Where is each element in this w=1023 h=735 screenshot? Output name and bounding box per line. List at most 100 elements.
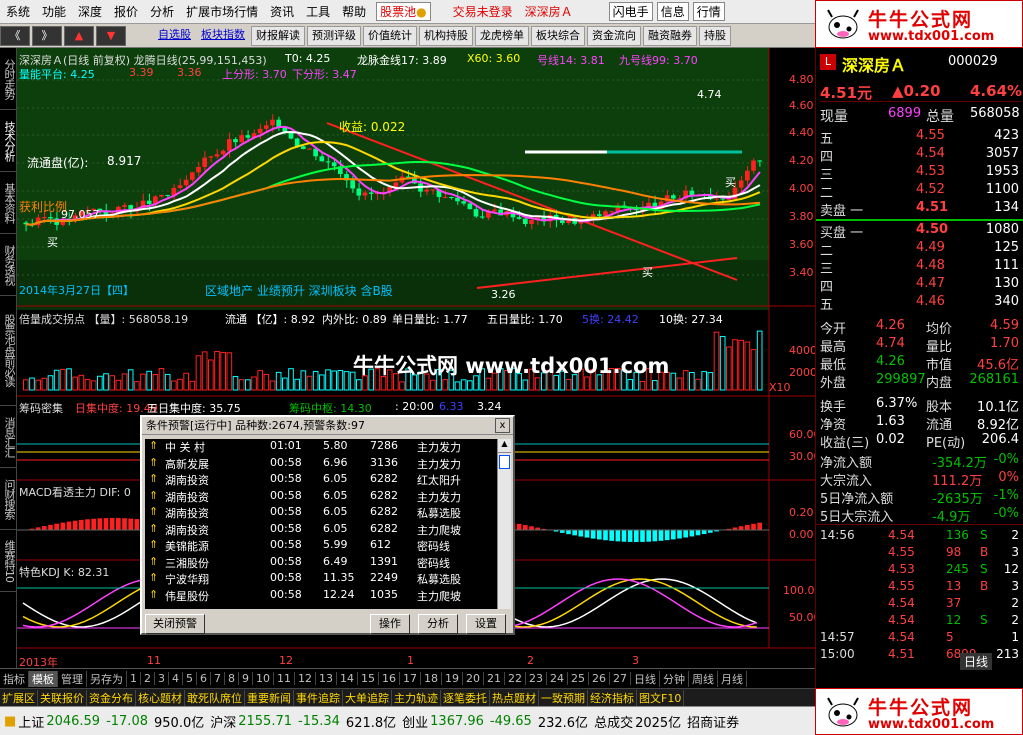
sell-level[interactable]: 四 4.54 3057: [820, 146, 1021, 165]
financial-report-button[interactable]: 财报解读: [251, 25, 305, 46]
sell-level[interactable]: 卖盘 一 4.51 134: [820, 200, 1021, 219]
hs-label[interactable]: 沪深: [210, 712, 236, 731]
bottom-tab[interactable]: 模板: [29, 670, 58, 687]
bottom-tab[interactable]: 18: [421, 672, 442, 685]
bottom-tab[interactable]: 指标: [0, 670, 29, 687]
next-page-button[interactable]: 》: [32, 25, 62, 46]
quick-tab[interactable]: 一致预期: [539, 689, 588, 706]
quick-tab[interactable]: 核心题材: [136, 689, 185, 706]
bottom-tab[interactable]: 26: [589, 672, 610, 685]
tab-technical[interactable]: 技术分析: [0, 110, 17, 172]
scroll-up-icon[interactable]: ▲: [498, 439, 511, 453]
menu-tools[interactable]: 工具: [300, 3, 336, 20]
alert-row[interactable]: ⇑ 三湘股份 00:58 6.49 1391 密码线: [145, 555, 497, 572]
holdings-button[interactable]: 持股: [699, 25, 731, 46]
bottom-tab[interactable]: 另存为: [87, 670, 127, 687]
buy-level[interactable]: 二 4.49 125: [820, 240, 1021, 259]
bottom-tab[interactable]: 7: [211, 672, 225, 685]
alert-row[interactable]: ⇑ 美锦能源 00:58 5.99 612 密码线: [145, 538, 497, 555]
bottom-tab[interactable]: 15: [358, 672, 379, 685]
bottom-tab[interactable]: 2: [141, 672, 155, 685]
bottom-tab[interactable]: 20: [463, 672, 484, 685]
tab-news[interactable]: 消息汇汇: [0, 406, 17, 468]
sell-level[interactable]: 二 4.52 1100: [820, 182, 1021, 201]
bottom-tab[interactable]: 月线: [718, 670, 747, 687]
cy-label[interactable]: 创业: [402, 712, 428, 731]
menu-analysis[interactable]: 分析: [144, 3, 180, 20]
alert-scrollbar[interactable]: ▲: [497, 439, 511, 609]
bottom-tab[interactable]: 25: [568, 672, 589, 685]
up-button[interactable]: ▲: [64, 25, 94, 46]
bottom-tab[interactable]: 10: [253, 672, 274, 685]
stock-pool-button[interactable]: 股票池●: [376, 2, 431, 21]
value-stats-button[interactable]: 价值统计: [363, 25, 417, 46]
broker-name[interactable]: 招商证券: [687, 712, 739, 731]
quick-tab[interactable]: 敢死队席位: [185, 689, 245, 706]
tab-stock-pool[interactable]: 股票池·盘前必读: [0, 296, 17, 406]
bottom-tab[interactable]: 9: [239, 672, 253, 685]
alert-row[interactable]: ⇑ 湖南投资 00:58 6.05 6282 主力爬坡: [145, 522, 497, 539]
tab-wencai[interactable]: 问财搜索: [0, 468, 17, 530]
settings-button[interactable]: 设置: [466, 614, 506, 634]
menu-ext-market[interactable]: 扩展市场行情: [180, 3, 264, 20]
tab-intraday[interactable]: 分时走势: [0, 48, 17, 110]
sector-index-link[interactable]: 板块指数: [197, 25, 249, 46]
menu-depth[interactable]: 深度: [72, 3, 108, 20]
down-button[interactable]: ▼: [96, 25, 126, 46]
trade-status[interactable]: 交易未登录: [447, 3, 519, 20]
bottom-tab[interactable]: 22: [505, 672, 526, 685]
period-label[interactable]: 日线: [960, 653, 993, 670]
sh-label[interactable]: 上证: [18, 712, 44, 731]
menu-function[interactable]: 功能: [36, 3, 72, 20]
lightning-hand-button[interactable]: 闪电手: [608, 2, 653, 21]
quick-tab[interactable]: 关联报价: [38, 689, 87, 706]
bottom-tab[interactable]: 1: [127, 672, 141, 685]
buy-level[interactable]: 三 4.48 111: [820, 258, 1021, 277]
institution-holding-button[interactable]: 机构持股: [419, 25, 473, 46]
info-button[interactable]: 信息: [656, 2, 689, 21]
quick-tab[interactable]: 大单追踪: [343, 689, 392, 706]
bottom-tab[interactable]: 8: [225, 672, 239, 685]
bottom-tab[interactable]: 13: [316, 672, 337, 685]
quick-tab[interactable]: 扩展区: [0, 689, 38, 706]
bottom-tab[interactable]: 分钟: [660, 670, 689, 687]
quick-tab[interactable]: 经济指标: [588, 689, 637, 706]
quick-tab[interactable]: 逐笔委托: [441, 689, 490, 706]
alert-row[interactable]: ⇑ 宁波华翔 00:58 11.35 2249 私募选股: [145, 571, 497, 588]
menu-quote[interactable]: 报价: [108, 3, 144, 20]
quick-tab[interactable]: 主力轨迹: [392, 689, 441, 706]
bottom-tab[interactable]: 3: [155, 672, 169, 685]
bottom-tab[interactable]: 16: [379, 672, 400, 685]
alert-list[interactable]: ⇑ 中 关 村 01:01 5.80 7286 主力发力 ⇑ 高新发展 00:58 6.96 313…: [145, 439, 497, 609]
buy-level[interactable]: 五 4.46 340: [820, 294, 1021, 313]
menu-help[interactable]: 帮助: [336, 3, 372, 20]
dragon-tiger-button[interactable]: 龙虎榜单: [475, 25, 529, 46]
tab-fundamentals[interactable]: 基本资料: [0, 172, 17, 234]
quick-tab[interactable]: 资金分布: [87, 689, 136, 706]
prev-page-button[interactable]: 《: [0, 25, 30, 46]
quick-tab[interactable]: 重要新闻: [245, 689, 294, 706]
bottom-tab[interactable]: 5: [183, 672, 197, 685]
bottom-tab[interactable]: 27: [610, 672, 631, 685]
scroll-thumb[interactable]: [499, 455, 510, 469]
menu-info[interactable]: 资讯: [264, 3, 300, 20]
sell-level[interactable]: 三 4.53 1953: [820, 164, 1021, 183]
alert-row[interactable]: ⇑ 湖南投资 00:58 6.05 6282 主力发力: [145, 489, 497, 506]
bottom-tab[interactable]: 19: [442, 672, 463, 685]
operate-button[interactable]: 操作: [370, 614, 410, 634]
bottom-tab[interactable]: 周线: [689, 670, 718, 687]
margin-trading-button[interactable]: 融资融券: [643, 25, 697, 46]
bottom-tab[interactable]: 23: [526, 672, 547, 685]
bottom-tab[interactable]: 日线: [631, 670, 660, 687]
quick-tab[interactable]: 热点题材: [490, 689, 539, 706]
bottom-tab[interactable]: 6: [197, 672, 211, 685]
bottom-tab[interactable]: 12: [295, 672, 316, 685]
quick-tab[interactable]: 图文F10: [637, 689, 685, 706]
alert-row[interactable]: ⇑ 中 关 村 01:01 5.80 7286 主力发力: [145, 439, 497, 456]
tab-financials[interactable]: 财务透视: [0, 234, 17, 296]
bottom-tab[interactable]: 14: [337, 672, 358, 685]
bottom-tab[interactable]: 管理: [58, 670, 87, 687]
alert-row[interactable]: ⇑ 伟星股份 00:58 12.24 1035 主力爬坡: [145, 588, 497, 605]
analyze-button[interactable]: 分析: [418, 614, 458, 634]
tab-weisaite[interactable]: 维赛特10: [0, 530, 17, 592]
